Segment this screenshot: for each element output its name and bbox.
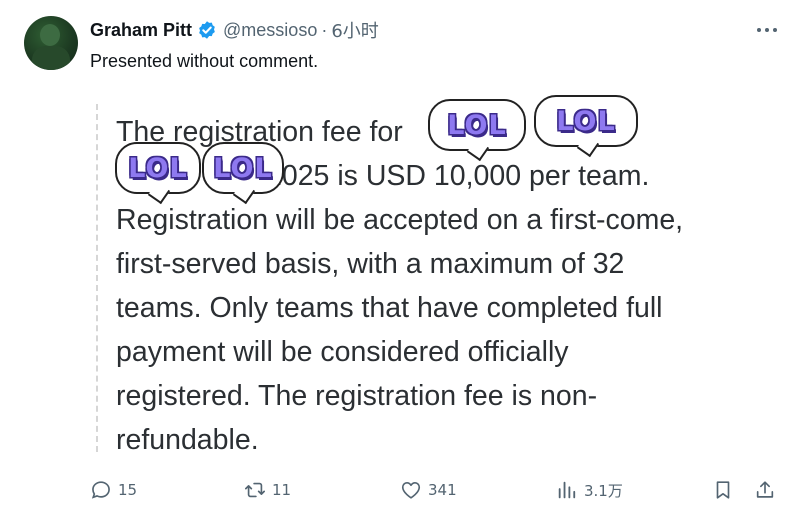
quote-line: refundable. (116, 424, 259, 456)
quote-line: registered. The registration fee is non- (116, 380, 598, 412)
quote-line: first-served basis, with a maximum of 32 (116, 248, 625, 280)
tweet-text: Presented without comment. (90, 51, 319, 71)
retweet-count: 11 (272, 481, 292, 499)
lol-sticker: LOL (115, 142, 201, 194)
avatar-body (32, 46, 70, 70)
reply-icon (91, 481, 110, 499)
separator-dot: · (321, 19, 328, 40)
avatar-head (40, 24, 60, 46)
like-count: 341 (428, 481, 457, 499)
author-handle[interactable]: @messioso (223, 20, 317, 41)
bookmark-button[interactable] (712, 479, 734, 501)
quote-line: payment will be considered officially (116, 336, 569, 368)
author-row: Graham Pitt @messioso · 6小时 (90, 17, 379, 43)
lol-sticker: LOL (428, 99, 526, 151)
post-time[interactable]: 6小时 (331, 17, 378, 43)
quote-line: Registration will be accepted on a first… (116, 204, 684, 236)
action-bar: 15 11 341 3.1万 (90, 479, 780, 507)
like-button[interactable]: 341 (400, 479, 457, 501)
views-chart-icon (558, 481, 576, 499)
share-icon (756, 481, 774, 498)
author-display-name[interactable]: Graham Pitt (90, 20, 192, 41)
more-dots-icon[interactable] (756, 20, 778, 38)
verified-badge-icon (197, 20, 217, 40)
reply-count: 15 (118, 481, 138, 499)
quote-line: teams. Only teams that have completed fu… (116, 292, 663, 324)
retweet-button[interactable]: 11 (244, 479, 291, 501)
reply-button[interactable]: 15 (90, 479, 137, 501)
avatar[interactable] (24, 16, 78, 70)
retweet-icon (245, 482, 265, 498)
lol-sticker: LOL (202, 142, 284, 194)
quote-line: 2025 is USD 10,000 per team. (266, 160, 650, 192)
lol-sticker: LOL (534, 95, 638, 147)
share-button[interactable] (754, 479, 776, 501)
views-count: 3.1万 (584, 481, 623, 500)
heart-icon (401, 482, 421, 499)
bookmark-icon (716, 481, 730, 499)
views-button[interactable]: 3.1万 (556, 479, 623, 501)
